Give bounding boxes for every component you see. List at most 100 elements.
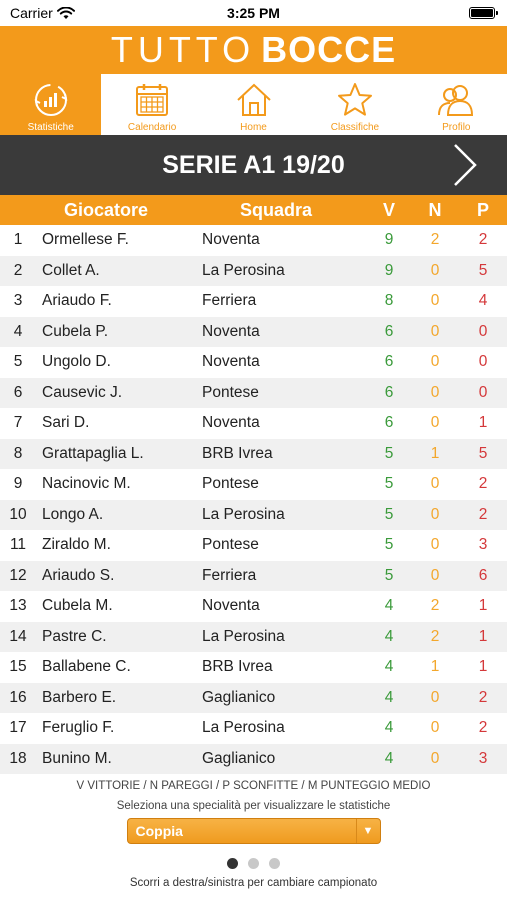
tab-home[interactable]: Home <box>203 74 304 135</box>
table-row[interactable]: 4 Cubela P. Noventa 6 0 0 <box>0 316 507 347</box>
table-row[interactable]: 9 Nacinovic M. Pontese 5 0 2 <box>0 469 507 500</box>
page-dot[interactable] <box>269 858 280 869</box>
losses-cell: 0 <box>478 353 488 371</box>
page-indicator[interactable] <box>0 858 507 869</box>
wins-cell: 5 <box>384 505 394 523</box>
rank-cell: 12 <box>9 566 27 584</box>
team-cell: Gaglianico <box>202 688 276 706</box>
draws-cell: 0 <box>430 536 440 554</box>
wins-cell: 4 <box>384 688 394 706</box>
page-dot[interactable] <box>227 858 238 869</box>
chevron-right-icon[interactable] <box>449 141 481 189</box>
team-cell: La Perosina <box>202 505 285 523</box>
draws-cell: 0 <box>430 719 440 737</box>
losses-cell: 5 <box>478 261 488 279</box>
table-row[interactable]: 17 Feruglio F. La Perosina 4 0 2 <box>0 713 507 744</box>
team-cell: Ferriera <box>202 292 257 310</box>
table-row[interactable]: 1 Ormellese F. Noventa 9 2 2 <box>0 225 507 256</box>
team-cell: Ferriera <box>202 566 257 584</box>
table-row[interactable]: 2 Collet A. La Perosina 9 0 5 <box>0 255 507 286</box>
header-player: Giocatore <box>64 199 149 220</box>
rank-cell: 18 <box>9 749 27 767</box>
tab-bar: Statistiche Calendario Home Classifiche <box>0 74 507 135</box>
player-cell: Ballabene C. <box>42 658 131 676</box>
wins-cell: 5 <box>384 566 394 584</box>
draws-cell: 2 <box>430 597 440 615</box>
rank-cell: 2 <box>13 261 23 279</box>
player-cell: Sari D. <box>42 414 90 432</box>
team-cell: Gaglianico <box>202 749 276 767</box>
player-cell: Cubela P. <box>42 322 109 340</box>
team-cell: Pontese <box>202 383 259 401</box>
table-row[interactable]: 16 Barbero E. Gaglianico 4 0 2 <box>0 682 507 713</box>
table-row[interactable]: 12 Ariaudo S. Ferriera 5 0 6 <box>0 560 507 591</box>
player-cell: Causevic J. <box>42 383 123 401</box>
tab-statistiche-label: Statistiche <box>27 122 74 133</box>
draws-cell: 0 <box>430 414 440 432</box>
speciality-hint: Seleziona una specialità per visualizzar… <box>116 800 391 812</box>
table-row[interactable]: 10 Longo A. La Perosina 5 0 2 <box>0 499 507 530</box>
wins-cell: 9 <box>384 231 394 249</box>
losses-cell: 2 <box>478 505 488 523</box>
team-cell: Noventa <box>202 322 260 340</box>
table-row[interactable]: 15 Ballabene C. BRB Ivrea 4 1 1 <box>0 652 507 683</box>
table-row[interactable]: 11 Ziraldo M. Pontese 5 0 3 <box>0 530 507 561</box>
player-cell: Grattapaglia L. <box>42 444 144 462</box>
tab-statistiche[interactable]: Statistiche <box>0 74 102 135</box>
losses-cell: 4 <box>478 292 488 310</box>
table-row[interactable]: 14 Pastre C. La Perosina 4 2 1 <box>0 621 507 652</box>
table-row[interactable]: 7 Sari D. Noventa 6 0 1 <box>0 408 507 439</box>
tab-classifiche[interactable]: Classifiche <box>304 74 405 135</box>
table-row[interactable]: 6 Causevic J. Pontese 6 0 0 <box>0 377 507 408</box>
league-header: SERIE A1 19/20 <box>0 135 507 195</box>
wins-cell: 4 <box>384 627 394 645</box>
draws-cell: 0 <box>430 322 440 340</box>
player-cell: Collet A. <box>42 261 100 279</box>
table-header: Giocatore Squadra V N P <box>0 195 507 225</box>
table-row[interactable]: 13 Cubela M. Noventa 4 2 1 <box>0 591 507 622</box>
losses-cell: 2 <box>478 688 488 706</box>
speciality-select[interactable]: Coppia ▼ <box>126 818 381 844</box>
player-cell: Ungolo D. <box>42 353 111 371</box>
rank-cell: 14 <box>9 627 27 645</box>
draws-cell: 2 <box>430 231 440 249</box>
tab-profilo[interactable]: Profilo <box>406 74 507 135</box>
rank-cell: 17 <box>9 719 27 737</box>
losses-cell: 2 <box>478 719 488 737</box>
losses-cell: 3 <box>478 749 488 767</box>
rank-cell: 10 <box>9 505 27 523</box>
scroll-hint: Scorri a destra/sinistra per cambiare ca… <box>129 877 378 889</box>
status-bar: Carrier 3:25 PM <box>0 0 507 26</box>
wins-cell: 6 <box>384 383 394 401</box>
table-row[interactable]: 3 Ariaudo F. Ferriera 8 0 4 <box>0 286 507 317</box>
rank-cell: 15 <box>9 658 27 676</box>
rank-cell: 7 <box>13 414 23 432</box>
league-title: SERIE A1 19/20 <box>162 150 345 179</box>
tab-classifiche-label: Classifiche <box>330 122 380 133</box>
standings-table: 1 Ormellese F. Noventa 9 2 2 2 Collet A. La Pero… <box>0 225 507 774</box>
team-cell: Noventa <box>202 353 260 371</box>
draws-cell: 0 <box>430 353 440 371</box>
team-cell: Noventa <box>202 597 260 615</box>
player-cell: Longo A. <box>42 505 104 523</box>
table-row[interactable]: 8 Grattapaglia L. BRB Ivrea 5 1 5 <box>0 438 507 469</box>
rank-cell: 8 <box>13 444 23 462</box>
losses-cell: 0 <box>478 383 488 401</box>
table-row[interactable]: 18 Bunino M. Gaglianico 4 0 3 <box>0 743 507 774</box>
tab-calendario[interactable]: Calendario <box>101 74 202 135</box>
wins-cell: 4 <box>384 749 394 767</box>
table-row[interactable]: 5 Ungolo D. Noventa 6 0 0 <box>0 347 507 378</box>
wins-cell: 8 <box>384 292 394 310</box>
page-dot[interactable] <box>248 858 259 869</box>
losses-cell: 1 <box>478 627 488 645</box>
losses-cell: 1 <box>478 414 488 432</box>
wins-cell: 5 <box>384 536 394 554</box>
team-cell: Noventa <box>202 414 260 432</box>
rank-cell: 11 <box>9 536 27 554</box>
player-cell: Pastre C. <box>42 627 107 645</box>
wins-cell: 5 <box>384 475 394 493</box>
player-cell: Nacinovic M. <box>42 475 131 493</box>
player-cell: Ziraldo M. <box>42 536 111 554</box>
speciality-select-value: Coppia <box>135 823 183 839</box>
losses-cell: 2 <box>478 475 488 493</box>
